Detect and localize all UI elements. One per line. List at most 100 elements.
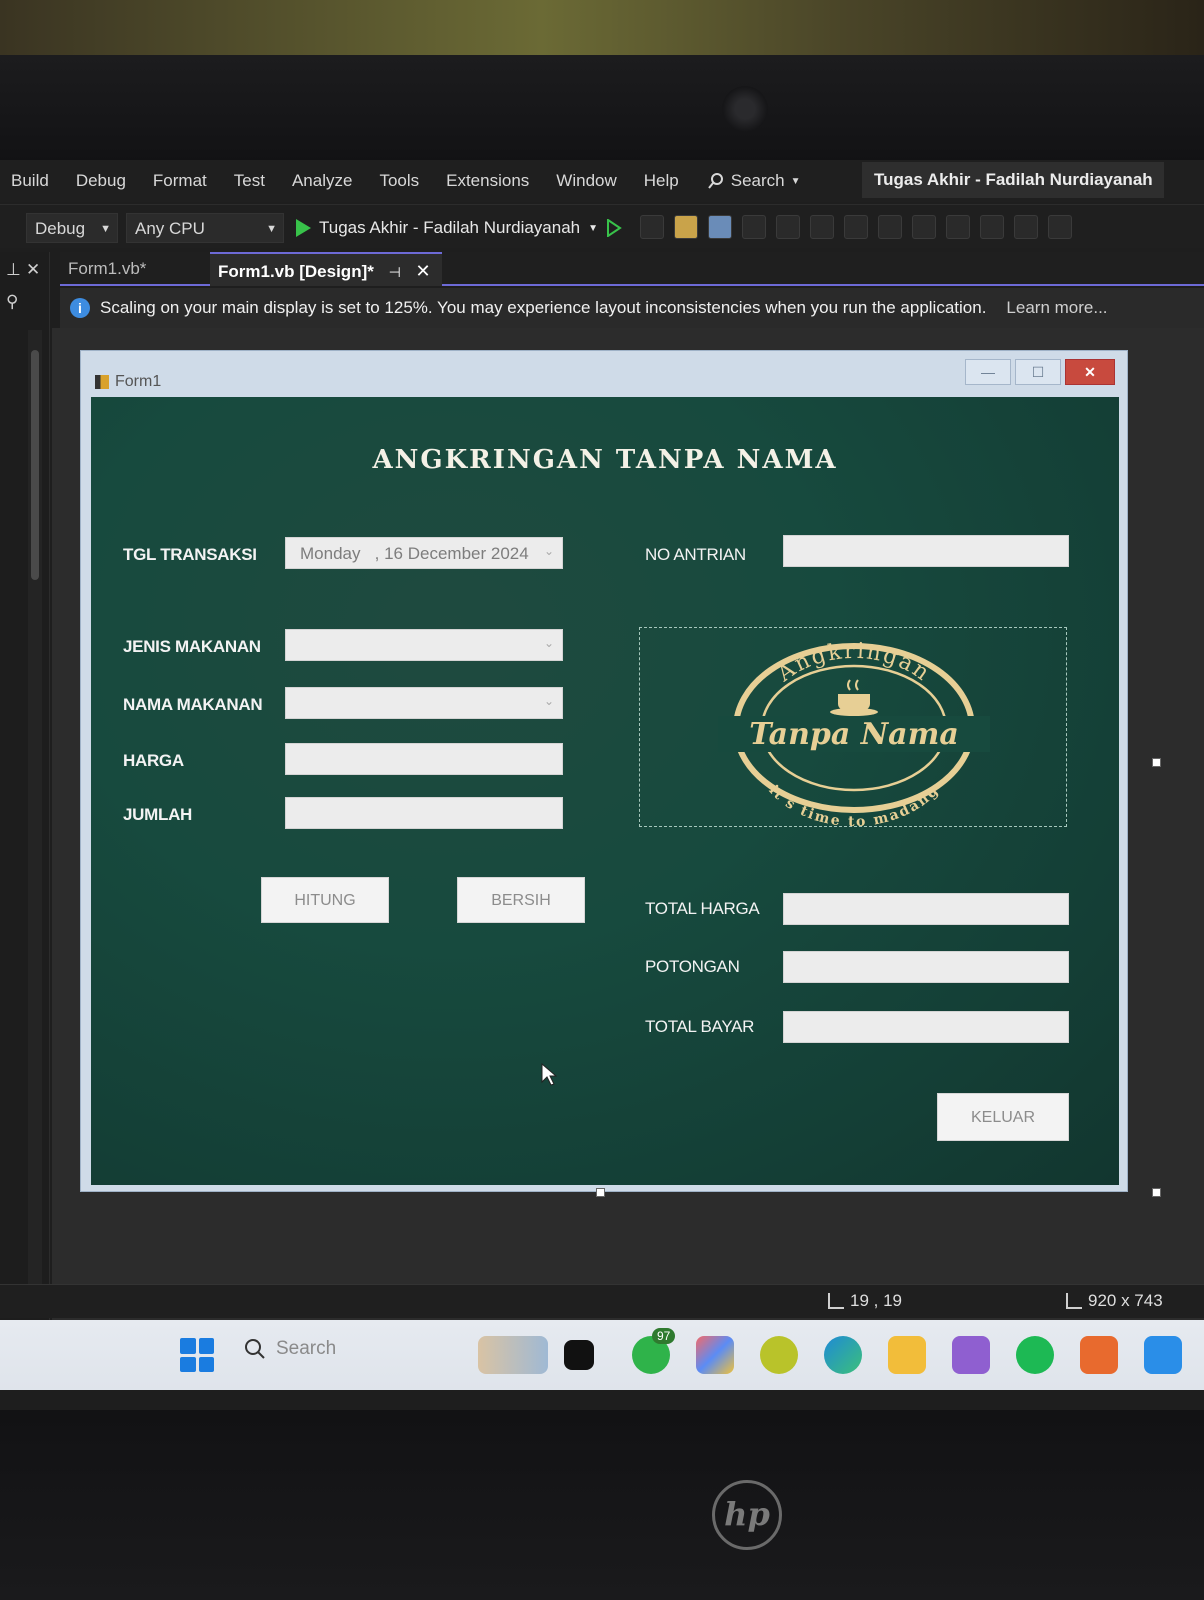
textbox-harga[interactable] xyxy=(285,743,563,775)
pin-tab-icon[interactable]: ⊣ xyxy=(389,264,401,280)
chevron-down-icon: ⌄ xyxy=(543,636,554,650)
menu-extensions[interactable]: Extensions xyxy=(446,171,529,191)
menu-tools[interactable]: Tools xyxy=(379,171,419,191)
logo-picturebox[interactable]: Angkringan Tanpa Nama it's time to madan… xyxy=(639,627,1067,830)
webcam xyxy=(722,86,768,132)
minimize-icon[interactable]: — xyxy=(965,359,1011,385)
textbox-jumlah[interactable] xyxy=(285,797,563,829)
textbox-total-harga[interactable] xyxy=(783,893,1069,925)
coffee-cup-icon xyxy=(830,679,878,716)
status-size: 920 x 743 xyxy=(1066,1291,1163,1311)
resize-handle-right[interactable] xyxy=(1152,758,1161,767)
align-top-icon[interactable] xyxy=(844,215,868,239)
configuration-dropdown[interactable]: Debug ▼ xyxy=(26,213,118,243)
align-left-icon[interactable] xyxy=(742,215,766,239)
combo-nama-makanan[interactable]: ⌄ xyxy=(285,687,563,719)
form1-window[interactable]: Form1 — ☐ ✕ ANGKRINGAN TANPA NAMA TGL TR… xyxy=(80,350,1128,1192)
hitung-button[interactable]: HITUNG xyxy=(261,877,389,923)
menu-debug[interactable]: Debug xyxy=(76,171,126,191)
label-potongan: POTONGAN xyxy=(645,957,740,976)
visual-studio-icon[interactable] xyxy=(952,1336,990,1374)
scaling-info-bar: i Scaling on your main display is set to… xyxy=(60,288,1204,328)
align-bottom-icon[interactable] xyxy=(912,215,936,239)
laptop-bottom-bezel xyxy=(0,1410,1204,1600)
size-icon xyxy=(1066,1293,1082,1309)
close-tab-icon[interactable]: ✕ xyxy=(416,261,431,281)
close-icon[interactable]: ✕ xyxy=(1065,359,1115,385)
save-icon[interactable] xyxy=(708,215,732,239)
pin-icon[interactable]: ⊥ xyxy=(6,260,21,280)
same-height-icon[interactable] xyxy=(980,215,1004,239)
xampp-icon[interactable] xyxy=(1080,1336,1118,1374)
file-explorer-icon[interactable] xyxy=(888,1336,926,1374)
keluar-button[interactable]: KELUAR xyxy=(937,1093,1069,1141)
combo-jenis-makanan[interactable]: ⌄ xyxy=(285,629,563,661)
resize-handle-corner[interactable] xyxy=(1152,1188,1161,1197)
windows-start-icon[interactable] xyxy=(180,1338,214,1372)
widgets-icon[interactable] xyxy=(478,1336,548,1374)
chevron-down-icon: ▼ xyxy=(588,222,599,234)
taskbar-search[interactable]: Search xyxy=(244,1338,336,1360)
resize-handle-bottom[interactable] xyxy=(596,1188,605,1197)
menu-test[interactable]: Test xyxy=(234,171,265,191)
close-icon[interactable]: ✕ xyxy=(26,260,40,280)
hp-logo: hp xyxy=(712,1480,782,1550)
scaling-message: Scaling on your main display is set to 1… xyxy=(100,298,987,317)
start-without-debugging-icon[interactable] xyxy=(606,219,622,237)
edge-icon[interactable] xyxy=(824,1336,862,1374)
learn-more-link[interactable]: Learn more... xyxy=(1006,298,1107,318)
search-icon xyxy=(245,1339,265,1359)
tab-form1-vb[interactable]: Form1.vb* xyxy=(60,252,154,286)
textbox-total-bayar[interactable] xyxy=(783,1011,1069,1043)
status-position: 19 , 19 xyxy=(828,1291,902,1311)
same-width-icon[interactable] xyxy=(946,215,970,239)
solution-title: Tugas Akhir - Fadilah Nurdiayanah xyxy=(862,162,1164,198)
tab-form1-design[interactable]: Form1.vb [Design]* ⊣ ✕ xyxy=(210,252,442,286)
align-middle-icon[interactable] xyxy=(878,215,902,239)
menu-format[interactable]: Format xyxy=(153,171,207,191)
play-icon xyxy=(296,219,311,237)
zoom-icon[interactable] xyxy=(1048,215,1072,239)
align-center-icon[interactable] xyxy=(776,215,800,239)
app-icon[interactable] xyxy=(760,1336,798,1374)
whatsapp-badge: 97 xyxy=(652,1328,676,1344)
search-icon xyxy=(707,173,723,189)
menu-build[interactable]: Build xyxy=(11,171,49,191)
search-icon[interactable]: ⚲ xyxy=(6,292,18,312)
label-nama-makanan: NAMA MAKANAN xyxy=(123,695,263,714)
task-view-icon[interactable] xyxy=(564,1340,594,1370)
spotify-icon[interactable] xyxy=(1016,1336,1054,1374)
bersih-button[interactable]: BERSIH xyxy=(457,877,585,923)
hot-reload-icon[interactable] xyxy=(640,215,664,239)
same-size-icon[interactable] xyxy=(1014,215,1038,239)
menu-help[interactable]: Help xyxy=(644,171,679,191)
date-picker-transaksi[interactable]: Monday , 16 December 2024 ⌄ xyxy=(285,537,563,569)
copilot-icon[interactable] xyxy=(696,1336,734,1374)
vs-search-button[interactable]: Search ▼ xyxy=(707,171,801,191)
browse-folder-icon[interactable] xyxy=(674,215,698,239)
start-debugging-button[interactable]: Tugas Akhir - Fadilah Nurdiayanah ▼ xyxy=(296,213,622,243)
label-tgl-transaksi: TGL TRANSAKSI xyxy=(123,545,257,564)
tab-label: Form1.vb [Design]* xyxy=(218,262,374,281)
laptop-screen: Build Debug Format Test Analyze Tools Ex… xyxy=(0,160,1204,1410)
textbox-no-antrian[interactable] xyxy=(783,535,1069,567)
scrollbar-thumb[interactable] xyxy=(31,350,39,580)
vs-code-icon[interactable] xyxy=(1144,1336,1182,1374)
chevron-down-icon: ⌄ xyxy=(543,544,554,558)
position-icon xyxy=(828,1293,844,1309)
menu-analyze[interactable]: Analyze xyxy=(292,171,352,191)
document-tab-row: Form1.vb* Form1.vb [Design]* ⊣ ✕ xyxy=(60,252,1204,286)
run-target-label: Tugas Akhir - Fadilah Nurdiayanah xyxy=(319,218,581,237)
position-value: 19 , 19 xyxy=(850,1291,902,1310)
textbox-potongan[interactable] xyxy=(783,951,1069,983)
angkringan-logo: Angkringan Tanpa Nama it's time to madan… xyxy=(718,639,990,830)
platform-dropdown[interactable]: Any CPU ▼ xyxy=(126,213,284,243)
date-value: Monday , 16 December 2024 xyxy=(300,544,529,563)
tab-label: Form1.vb* xyxy=(68,259,147,278)
maximize-icon[interactable]: ☐ xyxy=(1015,359,1061,385)
chevron-down-icon: ▼ xyxy=(266,223,277,235)
menu-window[interactable]: Window xyxy=(556,171,616,191)
form-title: Form1 xyxy=(115,373,162,390)
vertical-scrollbar[interactable] xyxy=(28,330,42,1290)
align-right-icon[interactable] xyxy=(810,215,834,239)
